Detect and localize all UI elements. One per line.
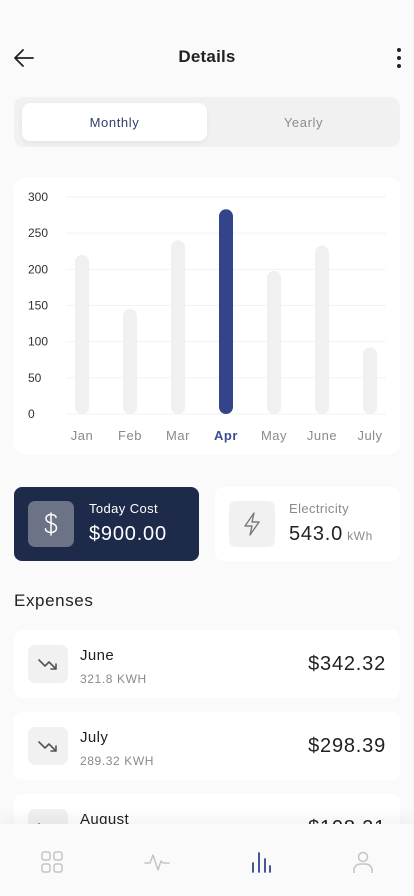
- cost-label: Today Cost: [89, 501, 159, 516]
- x-tick-label[interactable]: Jan: [71, 428, 93, 443]
- y-tick-label: 200: [28, 262, 48, 276]
- more-button[interactable]: [388, 44, 410, 72]
- y-tick-label: 0: [28, 407, 35, 421]
- monthly-bar-chart: 0 50 100 150 200 250 300 Jan Feb Mar Apr May June Jul…: [28, 190, 386, 443]
- y-tick-label: 250: [28, 226, 48, 240]
- tab-activity[interactable]: [143, 848, 171, 876]
- more-vertical-icon: [397, 48, 401, 68]
- cost-icon-box: [28, 501, 74, 547]
- expense-amount: $298.39: [308, 735, 386, 757]
- list-item-expense[interactable]: July 289.32 KWH $298.39: [14, 712, 400, 780]
- period-segmented-control: Monthly Yearly: [14, 97, 400, 147]
- expense-month: June: [80, 647, 115, 664]
- electricity-card[interactable]: Electricity 543.0 kWh: [215, 487, 400, 561]
- y-tick-label: 300: [28, 190, 48, 204]
- expense-kwh: 289.32 KWH: [80, 754, 155, 768]
- chart-bar-june[interactable]: [315, 245, 329, 414]
- bar-chart-icon: [252, 852, 271, 873]
- x-tick-label[interactable]: Mar: [166, 428, 190, 443]
- electricity-value: 543.0: [289, 523, 344, 545]
- chart-bar-may[interactable]: [267, 270, 281, 414]
- cost-value: $900.00: [89, 523, 167, 545]
- x-tick-label[interactable]: June: [307, 428, 337, 443]
- user-icon: [353, 851, 373, 873]
- tab-profile[interactable]: [349, 848, 377, 876]
- lightning-icon: [244, 512, 260, 536]
- chart-bar-mar[interactable]: [171, 240, 185, 414]
- y-tick-label: 100: [28, 335, 48, 349]
- tab-dashboard[interactable]: [38, 848, 66, 876]
- expense-icon-box: [28, 645, 68, 683]
- header: Details: [0, 0, 414, 96]
- x-tick-label[interactable]: Feb: [118, 428, 142, 443]
- electricity-value-row: 543.0 kWh: [289, 523, 373, 546]
- electricity-label: Electricity: [289, 501, 350, 516]
- list-item-expense[interactable]: June 321.8 KWH $342.32: [14, 630, 400, 698]
- x-tick-label[interactable]: Apr: [214, 428, 238, 443]
- page-title: Details: [178, 47, 236, 66]
- grid-icon: [41, 851, 63, 873]
- expense-amount: $342.32: [308, 653, 386, 675]
- x-tick-label[interactable]: May: [261, 428, 287, 443]
- expense-icon-box: [28, 727, 68, 765]
- chart-card: 0 50 100 150 200 250 300 Jan Feb Mar Apr May June Jul…: [14, 177, 400, 455]
- y-tick-label: 150: [28, 299, 48, 313]
- expenses-title: Expenses: [14, 591, 94, 610]
- trending-down-icon: [38, 741, 57, 752]
- electricity-icon-box: [229, 501, 275, 547]
- y-tick-label: 50: [28, 371, 42, 385]
- chart-bar-feb[interactable]: [123, 309, 137, 414]
- expense-kwh: 321.8 KWH: [80, 672, 147, 686]
- chart-bar-july[interactable]: [363, 347, 377, 414]
- x-tick-label[interactable]: July: [357, 428, 382, 443]
- dollar-icon: [44, 512, 58, 536]
- activity-icon: [144, 854, 170, 871]
- chart-bar-jan[interactable]: [75, 254, 89, 414]
- today-cost-card[interactable]: Today Cost $900.00: [14, 487, 199, 561]
- trending-down-icon: [38, 659, 57, 670]
- electricity-unit: kWh: [347, 529, 373, 543]
- expense-month: July: [80, 729, 109, 746]
- tab-statistics[interactable]: [247, 848, 275, 876]
- bottom-tab-bar: [0, 824, 414, 896]
- tab-monthly[interactable]: Monthly: [22, 103, 207, 141]
- chart-bar-apr[interactable]: [219, 209, 233, 414]
- tab-yearly[interactable]: Yearly: [211, 103, 396, 141]
